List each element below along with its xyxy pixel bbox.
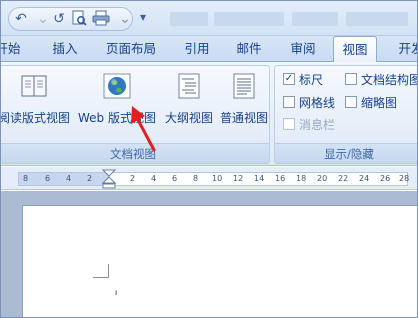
checkbox-disabled <box>283 118 295 130</box>
outline-view-button[interactable]: 大纲视图 <box>161 71 217 135</box>
message-bar-checkbox: 消息栏 <box>283 115 335 133</box>
red-arrow-annotation <box>131 106 156 152</box>
title-blur <box>170 12 208 26</box>
ruler-tick: 12 <box>233 174 244 183</box>
title-blur <box>292 12 338 26</box>
ruler-tick: 10 <box>212 174 223 183</box>
ruler-tick: 4 <box>151 174 157 183</box>
tab-references[interactable]: 引用 <box>176 36 218 62</box>
ribbon-tabs: 开始 插入 页面布局 引用 邮件 审阅 视图 开发 <box>0 36 418 63</box>
message-bar-label: 消息栏 <box>299 117 336 132</box>
ruler-tick: 6 <box>172 174 178 183</box>
outline-view-label: 大纲视图 <box>164 111 213 125</box>
indent-marker-icon[interactable] <box>102 169 116 189</box>
ribbon-panel: 阅读版式视图 Web 版式视图 大纲视图 普通视图 文档视图 ✓ 标尺 文档结构… <box>0 62 418 166</box>
tab-insert[interactable]: 插入 <box>44 36 86 62</box>
gridlines-label: 网格线 <box>299 95 336 110</box>
document-area: ı <box>0 191 418 318</box>
gridlines-checkbox[interactable]: 网格线 <box>283 93 335 111</box>
text-cursor: ı <box>115 288 118 297</box>
tab-home[interactable]: 开始 <box>0 36 28 62</box>
print-preview-icon[interactable] <box>70 10 88 28</box>
ruler-label: 标尺 <box>299 72 324 87</box>
ruler-tick: 8 <box>23 174 29 183</box>
ruler-strip: 8 6 4 2 2 4 6 8 10 12 14 16 18 20 22 24 … <box>18 172 410 186</box>
thumbnails-checkbox[interactable]: 缩略图 <box>345 93 397 111</box>
reading-layout-icon <box>19 71 49 101</box>
customize-qat-icon[interactable]: ▾ <box>140 10 146 24</box>
print-icon[interactable] <box>92 10 110 28</box>
ruler-tick: 28 <box>399 174 410 183</box>
checkbox-unchecked[interactable] <box>283 96 295 108</box>
draft-view-button[interactable]: 普通视图 <box>216 71 272 135</box>
word-window: ↶ ⌄ ↺ ⌄ ▾ 开始 插入 页面布局 引用 邮件 审阅 视图 开发 阅读版式… <box>0 0 418 318</box>
web-layout-globe-icon <box>102 71 132 101</box>
ruler-tick: 22 <box>338 174 349 183</box>
ruler-tick: 8 <box>193 174 199 183</box>
ruler-tick: 18 <box>296 174 307 183</box>
document-map-checkbox[interactable]: 文档结构图 <box>345 70 418 88</box>
undo-icon[interactable]: ↶ <box>12 10 30 28</box>
checkbox-unchecked[interactable] <box>345 96 357 108</box>
document-page[interactable]: ı <box>22 205 418 318</box>
title-bar: ↶ ⌄ ↺ ⌄ ▾ <box>0 0 418 36</box>
thumbnails-label: 缩略图 <box>361 95 398 110</box>
horizontal-ruler[interactable]: 8 6 4 2 2 4 6 8 10 12 14 16 18 20 22 24 … <box>0 167 418 190</box>
ruler-tick: 2 <box>87 174 93 183</box>
checkbox-unchecked[interactable] <box>345 73 357 85</box>
tab-review[interactable]: 审阅 <box>282 36 324 62</box>
title-blur <box>346 12 408 26</box>
qat-dropdown-icon[interactable]: ⌄ <box>116 10 134 28</box>
ruler-tick: 26 <box>380 174 391 183</box>
checkbox-checked[interactable]: ✓ <box>283 73 295 85</box>
group-show-hide: ✓ 标尺 文档结构图 网格线 缩略图 消息栏 显示/隐藏 <box>274 65 418 164</box>
ruler-tick: 20 <box>317 174 328 183</box>
group-label-show-hide: 显示/隐藏 <box>275 143 418 163</box>
draft-view-icon <box>229 71 259 101</box>
document-map-label: 文档结构图 <box>361 72 418 87</box>
redo-icon[interactable]: ↺ <box>50 10 68 28</box>
tab-page-layout[interactable]: 页面布局 <box>98 36 164 62</box>
ruler-tick: 4 <box>66 174 72 183</box>
page-corner-mark <box>93 264 109 278</box>
outline-view-icon <box>174 71 204 101</box>
ruler-tick: 2 <box>130 174 136 183</box>
ruler-tick: 6 <box>45 174 51 183</box>
reading-layout-label: 阅读版式视图 <box>0 111 70 125</box>
tab-developer[interactable]: 开发 <box>390 36 418 62</box>
reading-layout-button[interactable]: 阅读版式视图 <box>0 71 73 135</box>
draft-view-label: 普通视图 <box>219 111 268 125</box>
tab-view[interactable]: 视图 <box>333 36 377 63</box>
tab-mailings[interactable]: 邮件 <box>228 36 270 62</box>
ruler-left-margin <box>19 173 109 185</box>
ruler-tick: 16 <box>275 174 286 183</box>
title-blur <box>214 12 284 26</box>
ruler-tick: 24 <box>359 174 370 183</box>
ruler-tick: 14 <box>254 174 265 183</box>
ruler-checkbox[interactable]: ✓ 标尺 <box>283 70 323 88</box>
